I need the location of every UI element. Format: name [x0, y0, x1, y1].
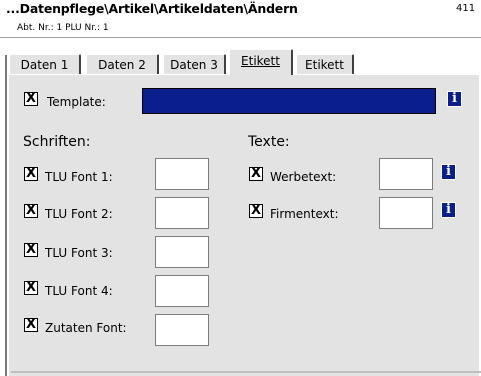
- tlu-font-1-field[interactable]: [155, 158, 209, 190]
- zutaten-font-checkbox[interactable]: X: [24, 318, 38, 332]
- tlu-font-2-checkbox[interactable]: X: [24, 204, 38, 218]
- schriften-heading: Schriften:: [23, 134, 91, 150]
- tab-label: Etikett: [305, 58, 344, 72]
- tab-daten-3[interactable]: Daten 3: [163, 54, 226, 74]
- panel-left-edge: [5, 55, 7, 376]
- tlu-font-1-checkbox[interactable]: X: [24, 167, 38, 181]
- werbetext-info-icon[interactable]: i: [441, 164, 456, 180]
- tlu-font-4-checkbox[interactable]: X: [24, 281, 38, 295]
- tlu-font-2-field[interactable]: [155, 197, 209, 229]
- tlu-font-3-checkbox[interactable]: X: [24, 243, 38, 257]
- tab-etikett-2[interactable]: Etikett: [296, 54, 354, 74]
- template-label: Template:: [47, 95, 106, 109]
- template-select[interactable]: [142, 88, 436, 114]
- header-divider: [0, 37, 481, 38]
- zutaten-font-field[interactable]: [155, 314, 209, 346]
- tlu-font-3-field[interactable]: [155, 236, 209, 268]
- firmentext-info-icon[interactable]: i: [441, 202, 456, 218]
- texte-heading: Texte:: [248, 134, 290, 150]
- werbetext-label: Werbetext:: [270, 170, 337, 184]
- screen-number: 411: [456, 3, 476, 14]
- tab-label: Daten 3: [170, 58, 218, 72]
- tab-label: Etikett: [241, 54, 280, 68]
- firmentext-field[interactable]: [379, 197, 433, 229]
- zutaten-font-label: Zutaten Font:: [45, 321, 127, 335]
- tab-daten-1[interactable]: Daten 1: [9, 54, 81, 74]
- tlu-font-3-label: TLU Font 3:: [45, 246, 113, 260]
- werbetext-checkbox[interactable]: X: [249, 167, 263, 181]
- firmentext-label: Firmentext:: [270, 207, 339, 221]
- tab-daten-2[interactable]: Daten 2: [86, 54, 159, 74]
- tlu-font-1-label: TLU Font 1:: [45, 170, 113, 184]
- template-info-icon[interactable]: i: [447, 91, 462, 107]
- tlu-font-2-label: TLU Font 2:: [45, 207, 113, 221]
- werbetext-field[interactable]: [379, 158, 433, 190]
- breadcrumb-title: ...Datenpflege\Artikel\Artikeldaten\Ände…: [6, 1, 298, 16]
- tlu-font-4-label: TLU Font 4:: [45, 284, 113, 298]
- window: ...Datenpflege\Artikel\Artikeldaten\Ände…: [0, 0, 481, 376]
- tab-etikett-active[interactable]: Etikett: [229, 49, 293, 75]
- tab-label: Daten 1: [20, 58, 69, 72]
- tlu-font-4-field[interactable]: [155, 275, 209, 307]
- record-info: Abt. Nr.: 1 PLU Nr.: 1: [17, 23, 109, 33]
- firmentext-checkbox[interactable]: X: [249, 204, 263, 218]
- tab-label: Daten 2: [98, 58, 146, 72]
- template-checkbox[interactable]: X: [24, 92, 38, 106]
